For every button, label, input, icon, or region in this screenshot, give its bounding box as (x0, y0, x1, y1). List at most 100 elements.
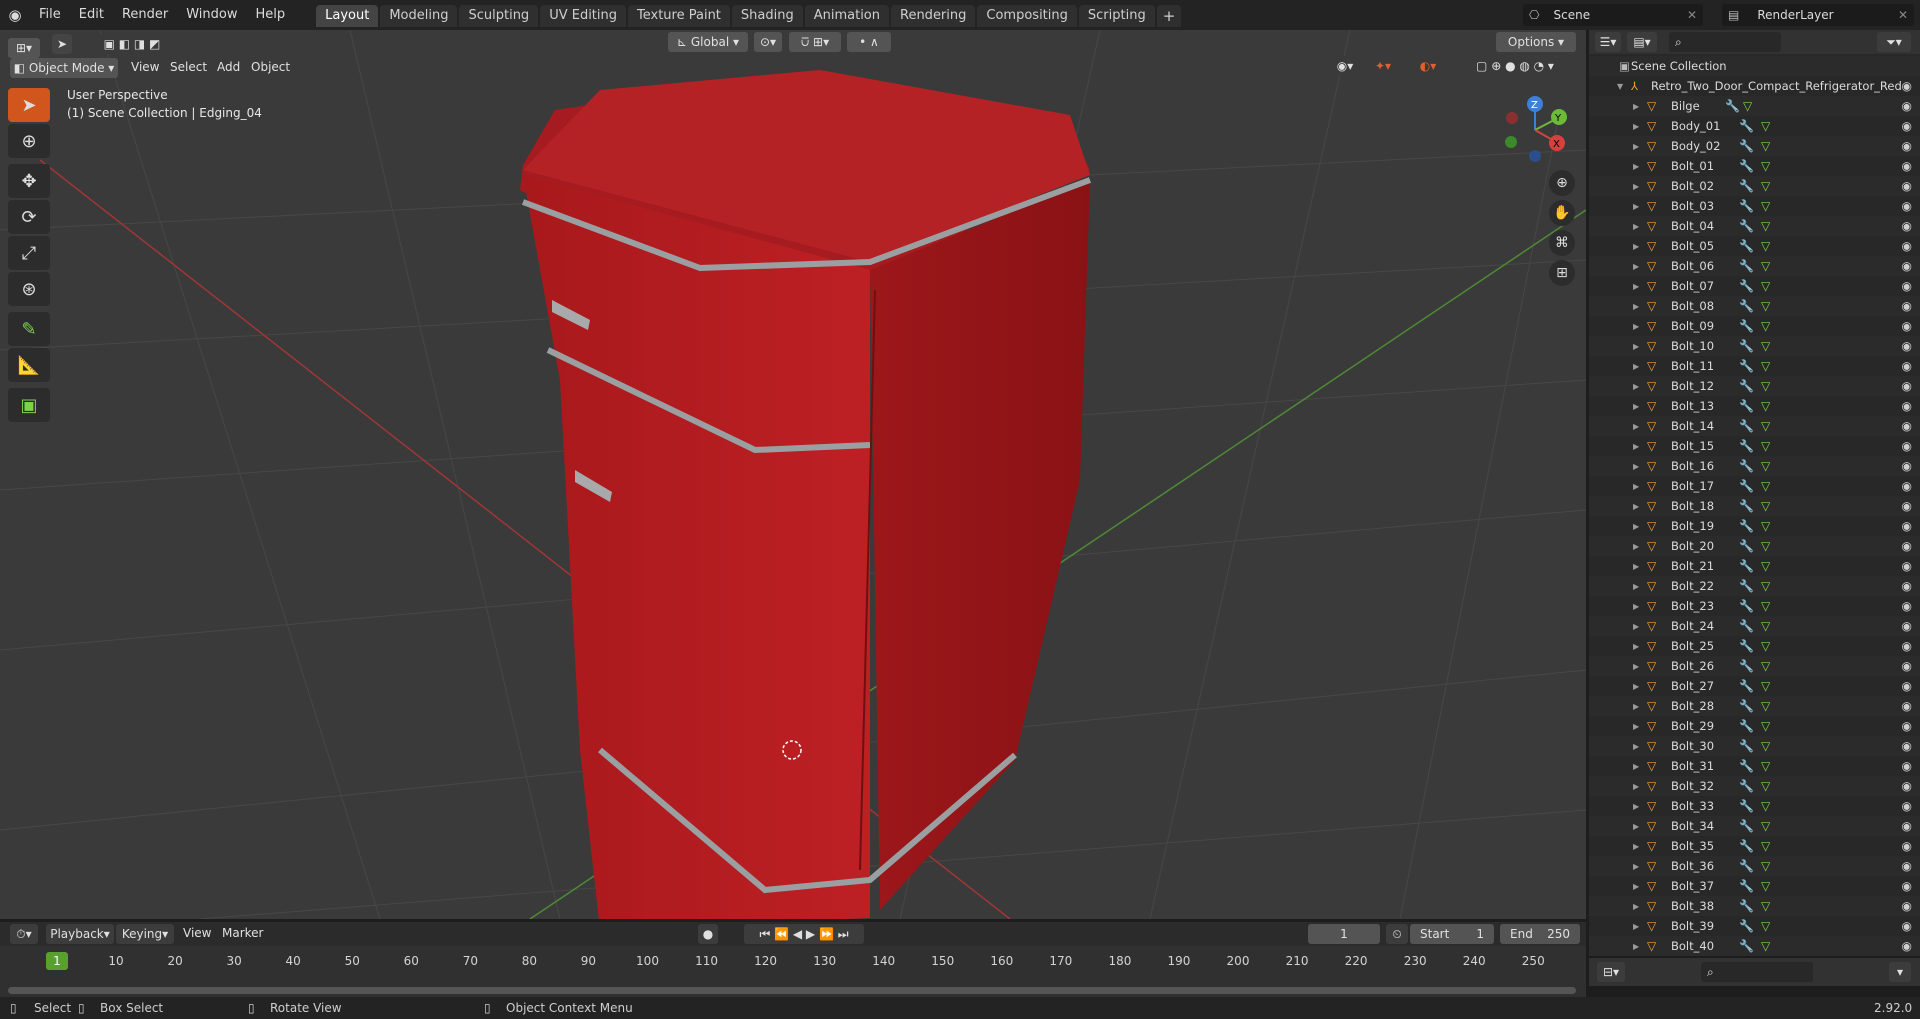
mesh-data-icon[interactable]: ▽ (1761, 899, 1770, 913)
gizmo-toggle[interactable]: ✦▾ (1365, 56, 1401, 76)
eye-icon[interactable]: ◉ (1902, 479, 1912, 493)
mesh-data-icon[interactable]: ▽ (1761, 579, 1770, 593)
wrench-icon[interactable]: 🔧 (1739, 219, 1754, 233)
frame-ruler[interactable]: 10 20 30 40 50 60 70 80 90 100 110 120 130 140 150 160 1… (0, 952, 1586, 972)
outliner-item[interactable]: ▶ ▽ Bolt_24 🔧 ▽ ◉ (1589, 616, 1920, 636)
tab-modeling[interactable]: Modeling (380, 5, 458, 27)
chevron-right-icon[interactable]: ▶ (1633, 742, 1639, 751)
menu-render[interactable]: Render (113, 0, 177, 30)
eye-icon[interactable]: ◉ (1902, 679, 1912, 693)
mesh-data-icon[interactable]: ▽ (1761, 819, 1770, 833)
mesh-data-icon[interactable]: ▽ (1761, 839, 1770, 853)
outliner-item[interactable]: ▶ ▽ Bolt_22 🔧 ▽ ◉ (1589, 576, 1920, 596)
chevron-right-icon[interactable]: ▶ (1633, 922, 1639, 931)
mesh-data-icon[interactable]: ▽ (1761, 499, 1770, 513)
playback-controls[interactable]: ⏮ ⏪ ◀ ▶ ⏩ ⏭ (744, 924, 864, 944)
mesh-data-icon[interactable]: ▽ (1761, 659, 1770, 673)
transform-orientation-select[interactable]: ⊾ Global ▾ (668, 32, 748, 52)
mesh-data-icon[interactable]: ▽ (1761, 779, 1770, 793)
eye-icon[interactable]: ◉ (1902, 719, 1912, 733)
tab-rendering[interactable]: Rendering (891, 5, 976, 27)
mesh-data-icon[interactable]: ▽ (1761, 759, 1770, 773)
end-frame-field[interactable]: End 250 (1500, 924, 1580, 944)
wrench-icon[interactable]: 🔧 (1725, 99, 1740, 113)
outliner-item[interactable]: ▶ ▽ Bolt_18 🔧 ▽ ◉ (1589, 496, 1920, 516)
wrench-icon[interactable]: 🔧 (1739, 259, 1754, 273)
eye-icon[interactable]: ◉ (1902, 499, 1912, 513)
menu-edit[interactable]: Edit (70, 0, 113, 30)
wrench-icon[interactable]: 🔧 (1739, 639, 1754, 653)
scene-selector[interactable]: ⎔ Scene ✕ (1523, 4, 1703, 26)
outliner-item[interactable]: ▶ ▽ Bolt_26 🔧 ▽ ◉ (1589, 656, 1920, 676)
mesh-data-icon[interactable]: ▽ (1761, 679, 1770, 693)
chevron-right-icon[interactable]: ▶ (1633, 202, 1639, 211)
object-menu[interactable]: Object (251, 60, 290, 74)
eye-icon[interactable]: ◉ (1902, 599, 1912, 613)
display-mode-button[interactable]: ▤▾ (1627, 32, 1657, 52)
eye-icon[interactable]: ◉ (1902, 939, 1912, 953)
measure-tool[interactable]: 📐 (8, 348, 50, 382)
eye-icon[interactable]: ◉ (1902, 859, 1912, 873)
mesh-data-icon[interactable]: ▽ (1761, 439, 1770, 453)
mesh-data-icon[interactable]: ▽ (1761, 459, 1770, 473)
wrench-icon[interactable]: 🔧 (1739, 899, 1754, 913)
mesh-data-icon[interactable]: ▽ (1761, 239, 1770, 253)
outliner-item[interactable]: ▶ ▽ Bolt_09 🔧 ▽ ◉ (1589, 316, 1920, 336)
outliner-item[interactable]: ▶ ▽ Bolt_37 🔧 ▽ ◉ (1589, 876, 1920, 896)
eye-icon[interactable]: ◉ (1902, 779, 1912, 793)
annotate-tool[interactable]: ✎ (8, 312, 50, 346)
outliner-item[interactable]: ▶ ▽ Bolt_39 🔧 ▽ ◉ (1589, 916, 1920, 936)
add-menu[interactable]: Add (217, 60, 240, 74)
chevron-right-icon[interactable]: ▶ (1633, 122, 1639, 131)
mesh-data-icon[interactable]: ▽ (1761, 799, 1770, 813)
eye-icon[interactable]: ◉ (1902, 99, 1912, 113)
wrench-icon[interactable]: 🔧 (1739, 879, 1754, 893)
transform-tool[interactable]: ⊛ (8, 272, 50, 306)
menu-file[interactable]: File (30, 0, 70, 30)
wrench-icon[interactable]: 🔧 (1739, 819, 1754, 833)
outliner-item[interactable]: ▶ ▽ Bolt_11 🔧 ▽ ◉ (1589, 356, 1920, 376)
outliner-item[interactable]: ▶ ▽ Bolt_20 🔧 ▽ ◉ (1589, 536, 1920, 556)
menu-window[interactable]: Window (177, 0, 246, 30)
select-tool-button[interactable]: ➤ (52, 34, 72, 54)
outliner-item[interactable]: ▶ ▽ Bolt_21 🔧 ▽ ◉ (1589, 556, 1920, 576)
mesh-data-icon[interactable]: ▽ (1761, 559, 1770, 573)
chevron-right-icon[interactable]: ▶ (1633, 242, 1639, 251)
chevron-right-icon[interactable]: ▶ (1633, 422, 1639, 431)
eye-icon[interactable]: ◉ (1902, 319, 1912, 333)
eye-icon[interactable]: ◉ (1902, 299, 1912, 313)
properties-search-input[interactable]: ⌕ (1701, 962, 1813, 982)
chevron-right-icon[interactable]: ▶ (1633, 902, 1639, 911)
wrench-icon[interactable]: 🔧 (1739, 779, 1754, 793)
eye-icon[interactable]: ◉ (1902, 119, 1912, 133)
mesh-data-icon[interactable]: ▽ (1761, 599, 1770, 613)
chevron-right-icon[interactable]: ▶ (1633, 262, 1639, 271)
timeline-scrollbar[interactable] (8, 987, 1576, 994)
eye-icon[interactable]: ◉ (1902, 839, 1912, 853)
wrench-icon[interactable]: 🔧 (1739, 479, 1754, 493)
wrench-icon[interactable]: 🔧 (1739, 739, 1754, 753)
filter-button[interactable]: ⏷▾ (1877, 32, 1911, 52)
wrench-icon[interactable]: 🔧 (1739, 599, 1754, 613)
wrench-icon[interactable]: 🔧 (1739, 339, 1754, 353)
outliner-item[interactable]: ▶ ▽ Bilge 🔧 ▽ ◉ (1589, 96, 1920, 116)
properties-editor-type[interactable]: ⊟▾ (1597, 962, 1625, 982)
mesh-data-icon[interactable]: ▽ (1761, 859, 1770, 873)
chevron-right-icon[interactable]: ▶ (1633, 662, 1639, 671)
eye-icon[interactable]: ◉ (1902, 239, 1912, 253)
outliner-item[interactable]: ▶ ▽ Bolt_05 🔧 ▽ ◉ (1589, 236, 1920, 256)
eye-icon[interactable]: ◉ (1902, 399, 1912, 413)
eye-icon[interactable]: ◉ (1902, 919, 1912, 933)
mesh-data-icon[interactable]: ▽ (1761, 479, 1770, 493)
wrench-icon[interactable]: 🔧 (1739, 719, 1754, 733)
editor-type-button[interactable]: ⊞▾ (8, 38, 40, 58)
chevron-right-icon[interactable]: ▶ (1633, 342, 1639, 351)
chevron-right-icon[interactable]: ▶ (1633, 222, 1639, 231)
outliner-item[interactable]: ▶ ▽ Bolt_23 🔧 ▽ ◉ (1589, 596, 1920, 616)
wrench-icon[interactable]: 🔧 (1739, 859, 1754, 873)
proportional-edit-button[interactable]: • ∧ (847, 32, 891, 52)
wrench-icon[interactable]: 🔧 (1739, 679, 1754, 693)
wrench-icon[interactable]: 🔧 (1739, 539, 1754, 553)
outliner-item[interactable]: ▶ ▽ Bolt_10 🔧 ▽ ◉ (1589, 336, 1920, 356)
wrench-icon[interactable]: 🔧 (1739, 399, 1754, 413)
